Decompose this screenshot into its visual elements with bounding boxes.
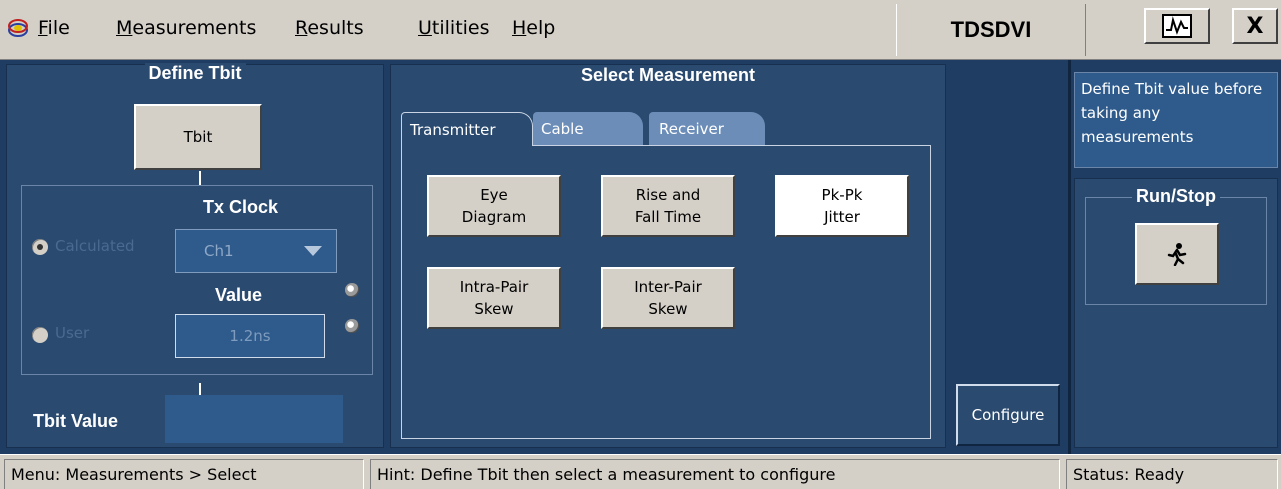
value-label: Value [215, 285, 263, 305]
menu-help[interactable]: Help [512, 17, 555, 39]
define-tbit-title: Define Tbit [144, 63, 246, 83]
tbit-button[interactable]: Tbit [134, 104, 262, 170]
user-value: 1.2ns [229, 327, 271, 345]
main-area: Define Tbit Tbit Tx Clock Calculated Ch1… [0, 60, 1281, 454]
menu-path-status: Menu: Measurements > Select [4, 459, 364, 489]
tbit-value-field [165, 395, 343, 443]
intra-pair-skew-button[interactable]: Intra-Pair Skew [427, 267, 561, 329]
menu-measurements[interactable]: Measurements [116, 17, 256, 39]
menu-utilities[interactable]: Utilities [418, 17, 490, 39]
menu-file[interactable]: File [38, 17, 70, 39]
pk-pk-jitter-button[interactable]: Pk-Pk Jitter [775, 175, 909, 237]
tbit-value-label: Tbit Value [33, 411, 119, 431]
ready-status: Status: Ready [1066, 459, 1278, 489]
rise-fall-time-button[interactable]: Rise and Fall Time [601, 175, 735, 237]
close-button[interactable]: X [1232, 8, 1278, 44]
run-stop-panel: Run/Stop [1074, 178, 1278, 448]
tab-transmitter[interactable]: Transmitter [401, 112, 533, 146]
chevron-down-icon [304, 246, 322, 256]
inter-pair-skew-button[interactable]: Inter-Pair Skew [601, 267, 735, 329]
hint-status: Hint: Define Tbit then select a measurem… [370, 459, 1060, 489]
connector-line [199, 383, 201, 395]
tx-clock-label: Tx Clock [203, 197, 279, 217]
run-stop-title: Run/Stop [1132, 186, 1220, 206]
user-radio[interactable] [32, 327, 48, 343]
multipurpose-knob-b-icon [345, 319, 359, 333]
multipurpose-knob-a-icon [345, 283, 359, 297]
user-value-input[interactable]: 1.2ns [175, 314, 325, 358]
eye-diagram-button[interactable]: Eye Diagram [427, 175, 561, 237]
define-tbit-panel: Define Tbit Tbit Tx Clock Calculated Ch1… [6, 63, 384, 448]
channel-value: Ch1 [204, 242, 234, 260]
panel-divider [1068, 60, 1071, 454]
configure-button[interactable]: Configure [956, 384, 1060, 446]
status-bar: Menu: Measurements > Select Hint: Define… [0, 454, 1281, 489]
running-man-icon [1167, 243, 1187, 266]
menu-results[interactable]: Results [295, 17, 364, 39]
info-message: Define Tbit value before taking any meas… [1074, 72, 1278, 168]
calculated-radio[interactable] [32, 239, 48, 255]
user-label: User [55, 324, 90, 342]
run-stop-button[interactable] [1135, 223, 1219, 285]
waveform-icon [1162, 14, 1192, 38]
menu-bar: File Measurements Results Utilities Help… [0, 0, 1281, 60]
select-measurement-title: Select Measurement [576, 65, 760, 85]
scope-view-button[interactable] [1144, 8, 1210, 44]
channel-dropdown[interactable]: Ch1 [175, 229, 337, 273]
connector-line [199, 171, 201, 185]
tab-receiver[interactable]: Receiver [649, 112, 765, 146]
tek-logo-icon[interactable] [6, 16, 30, 40]
select-measurement-panel: Select Measurement Transmitter Cable Rec… [390, 64, 946, 448]
close-icon: X [1246, 13, 1264, 39]
app-title: TDSDVI [896, 4, 1086, 56]
tab-cable[interactable]: Cable [533, 112, 643, 146]
calculated-label: Calculated [55, 237, 135, 255]
